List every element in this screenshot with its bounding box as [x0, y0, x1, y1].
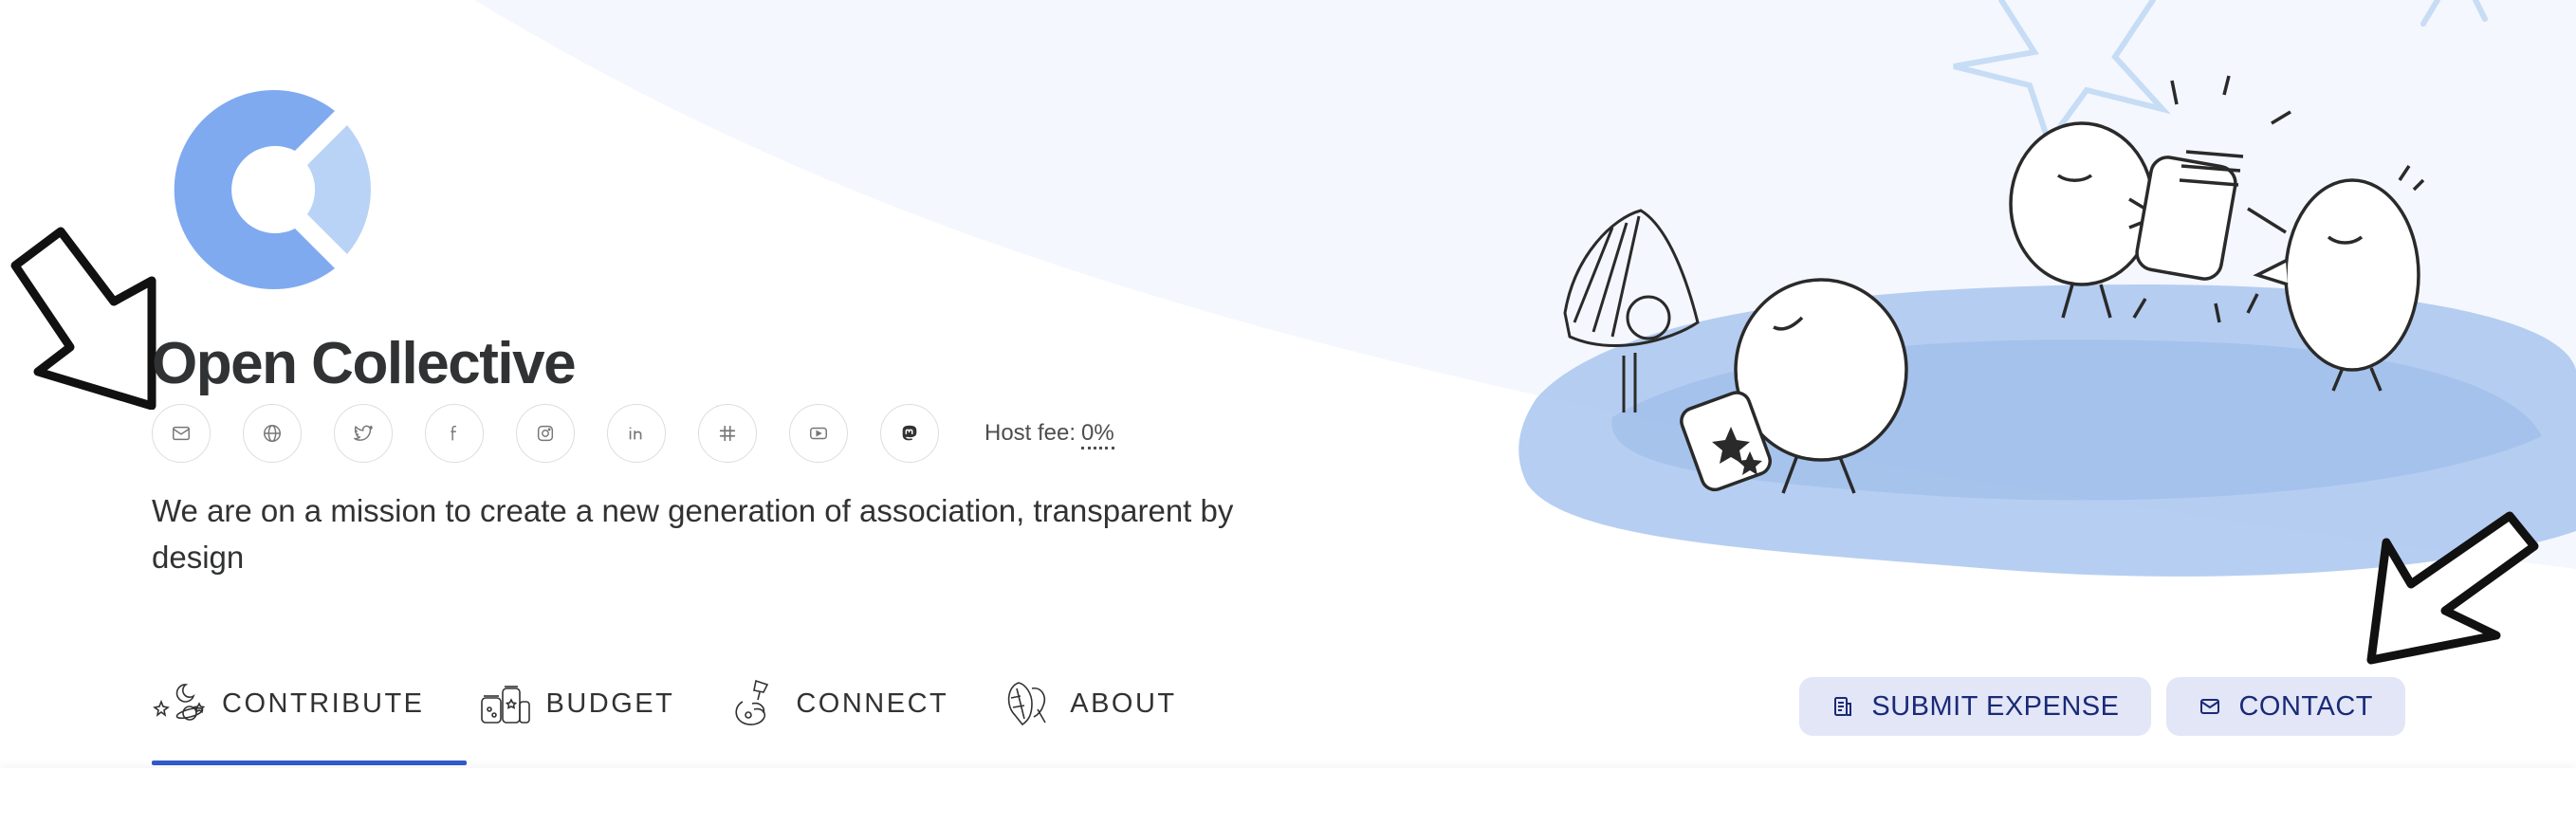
budget-icon: [480, 686, 530, 724]
slack-icon: [719, 425, 736, 442]
submit-expense-button[interactable]: SUBMIT EXPENSE: [1799, 677, 2152, 736]
open-collective-logo: [174, 90, 371, 289]
twitter-link[interactable]: [334, 404, 393, 463]
instagram-link[interactable]: [516, 404, 575, 463]
tab-about[interactable]: ABOUT: [1000, 669, 1176, 738]
host-fee-label: Host fee:: [984, 420, 1076, 446]
annotation-arrow-right-icon: [2366, 511, 2539, 665]
linkedin-icon: [629, 427, 642, 440]
connect-icon: [735, 679, 769, 725]
website-link[interactable]: [243, 404, 302, 463]
collective-description: We are on a mission to create a new gene…: [152, 493, 1234, 575]
mail-icon: [2200, 699, 2220, 714]
tab-budget[interactable]: BUDGET: [476, 669, 675, 738]
collective-name: Open Collective: [152, 331, 577, 396]
receipt-icon: [1834, 697, 1852, 716]
tab-contribute-label: CONTRIBUTE: [222, 688, 425, 719]
collective-actions: SUBMIT EXPENSE CONTACT: [1784, 677, 2405, 736]
contact-label: CONTACT: [2238, 690, 2373, 722]
about-icon: [1008, 682, 1046, 726]
host-fee-value[interactable]: 0%: [1081, 420, 1114, 449]
collective-nav-tabs: CONTRIBUTE BUDGET CONNECT ABOUT: [152, 669, 1228, 768]
tab-about-label: ABOUT: [1070, 688, 1177, 719]
facebook-link[interactable]: [425, 404, 484, 463]
host-fee: Host fee: 0%: [984, 420, 1114, 449]
mail-icon: [173, 426, 190, 441]
social-links: Host fee: 0%: [152, 402, 1114, 465]
tab-connect-label: CONNECT: [796, 688, 949, 719]
twitter-icon: [354, 425, 373, 441]
annotation-arrow-left-icon: [10, 227, 156, 410]
linkedin-link[interactable]: [607, 404, 666, 463]
instagram-icon: [537, 425, 554, 442]
facebook-icon: [451, 425, 456, 441]
youtube-link[interactable]: [789, 404, 848, 463]
tab-connect[interactable]: CONNECT: [726, 669, 948, 738]
contribute-icon: [153, 684, 206, 721]
email-link[interactable]: [152, 404, 211, 463]
tab-budget-label: BUDGET: [545, 688, 675, 719]
slack-link[interactable]: [698, 404, 757, 463]
mastodon-icon: [902, 425, 917, 441]
contact-button[interactable]: CONTACT: [2166, 677, 2405, 736]
youtube-icon: [810, 427, 827, 440]
page-bottom-area: [0, 768, 2576, 825]
mastodon-link[interactable]: [880, 404, 939, 463]
submit-expense-label: SUBMIT EXPENSE: [1871, 690, 2120, 722]
tab-contribute[interactable]: CONTRIBUTE: [152, 669, 466, 765]
globe-icon: [264, 425, 281, 442]
